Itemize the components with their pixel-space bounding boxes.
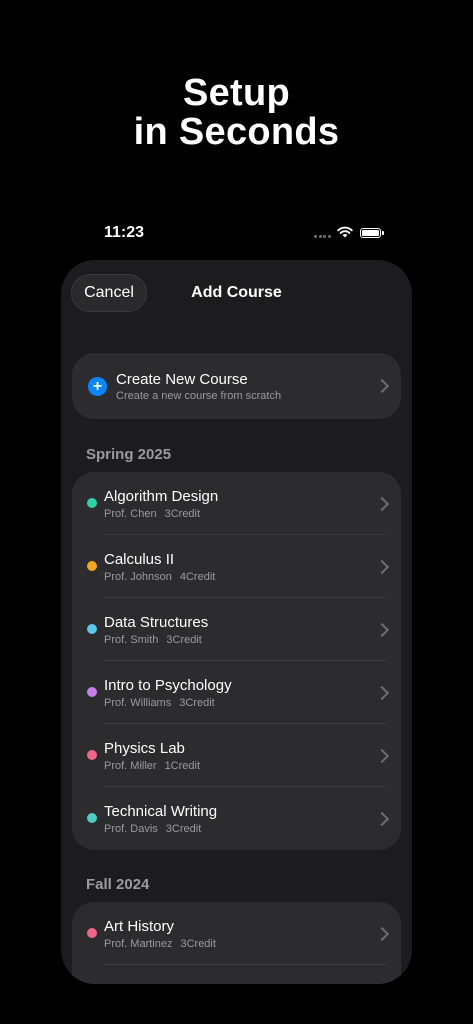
course-name: Calculus II xyxy=(104,551,175,568)
chevron-right-icon xyxy=(374,378,390,394)
course-credit: 1Credit xyxy=(164,760,201,772)
chevron-right-icon xyxy=(374,685,390,701)
battery-icon xyxy=(360,228,384,238)
status-time: 11:23 xyxy=(104,224,145,241)
course-color-dot xyxy=(87,928,97,938)
course-name: Data Structures xyxy=(104,614,209,631)
create-new-course-button[interactable]: + Create New Course Create a new course … xyxy=(72,353,401,419)
course-color-dot xyxy=(87,498,97,508)
course-row[interactable]: Algorithm Design Prof. Chen 3Credit xyxy=(72,472,401,535)
course-professor: Prof. Davis xyxy=(104,823,158,835)
course-row[interactable]: Art History Prof. Martinez 3Credit xyxy=(72,902,401,965)
course-meta: Prof. Williams 3Credit xyxy=(104,697,215,709)
course-name: Algorithm Design xyxy=(104,488,219,505)
course-list-spring-2025: Algorithm Design Prof. Chen 3Credit Calculu… xyxy=(72,472,401,850)
course-color-dot xyxy=(87,750,97,760)
cellular-signal-icon xyxy=(314,235,332,238)
course-row[interactable]: Physics Lab Prof. Miller 1Credit xyxy=(72,724,401,787)
course-meta: Prof. Johnson 4Credit xyxy=(104,571,215,583)
course-credit: 3Credit xyxy=(166,634,202,646)
course-meta: Prof. Martinez 3Credit xyxy=(104,938,216,950)
status-bar: 11:23 xyxy=(0,222,473,244)
course-color-dot xyxy=(87,813,97,823)
create-course-subtitle: Create a new course from scratch xyxy=(116,390,282,402)
course-professor: Prof. Martinez xyxy=(104,938,173,950)
chevron-right-icon xyxy=(374,811,390,827)
section-label-spring-2025: Spring 2025 xyxy=(86,446,172,463)
create-course-title: Create New Course xyxy=(116,371,248,388)
course-row[interactable]: Intro to Psychology Prof. Williams 3Credit xyxy=(72,661,401,724)
course-credit: 4Credit xyxy=(179,571,216,583)
course-meta: Prof. Chen 3Credit xyxy=(104,508,200,520)
course-credit: 3Credit xyxy=(180,938,216,950)
sheet-title: Add Course xyxy=(191,284,282,301)
course-list-fall-2024: Art History Prof. Martinez 3Credit xyxy=(72,902,401,984)
course-name: Art History xyxy=(104,918,175,935)
section-label-fall-2024: Fall 2024 xyxy=(86,876,150,893)
course-row[interactable]: Data Structures Prof. Smith 3Credit xyxy=(72,598,401,661)
chevron-right-icon xyxy=(374,622,390,638)
wifi-icon xyxy=(337,226,353,238)
chevron-right-icon xyxy=(374,496,390,512)
course-row-partial[interactable] xyxy=(72,965,401,984)
course-credit: 3Credit xyxy=(165,823,202,835)
course-color-dot xyxy=(87,624,97,634)
course-credit: 3Credit xyxy=(179,697,215,709)
course-professor: Prof. Williams xyxy=(104,697,172,709)
course-row[interactable]: Calculus II Prof. Johnson 4Credit xyxy=(72,535,401,598)
course-professor: Prof. Smith xyxy=(104,634,159,646)
chevron-right-icon xyxy=(374,748,390,764)
course-meta: Prof. Smith 3Credit xyxy=(104,634,202,646)
chevron-right-icon xyxy=(374,926,390,942)
course-name: Technical Writing xyxy=(104,803,218,820)
course-color-dot xyxy=(87,687,97,697)
chevron-right-icon xyxy=(374,559,390,575)
course-professor: Prof. Miller xyxy=(104,760,157,772)
headline-line-2: in Seconds xyxy=(133,111,340,153)
course-professor: Prof. Johnson xyxy=(104,571,172,583)
course-name: Intro to Psychology xyxy=(104,677,232,694)
course-credit: 3Credit xyxy=(164,508,201,520)
course-professor: Prof. Chen xyxy=(104,508,157,520)
plus-circle-icon: + xyxy=(88,377,107,396)
headline-line-1: Setup xyxy=(182,72,291,114)
course-row[interactable]: Technical Writing Prof. Davis 3Credit xyxy=(72,787,401,850)
course-color-dot xyxy=(87,561,97,571)
course-meta: Prof. Miller 1Credit xyxy=(104,760,200,772)
course-meta: Prof. Davis 3Credit xyxy=(104,823,201,835)
add-course-sheet: Cancel Add Course + Create New Course Cr… xyxy=(61,260,412,984)
headline: Setup in Seconds xyxy=(0,74,473,152)
course-name: Physics Lab xyxy=(104,740,185,757)
